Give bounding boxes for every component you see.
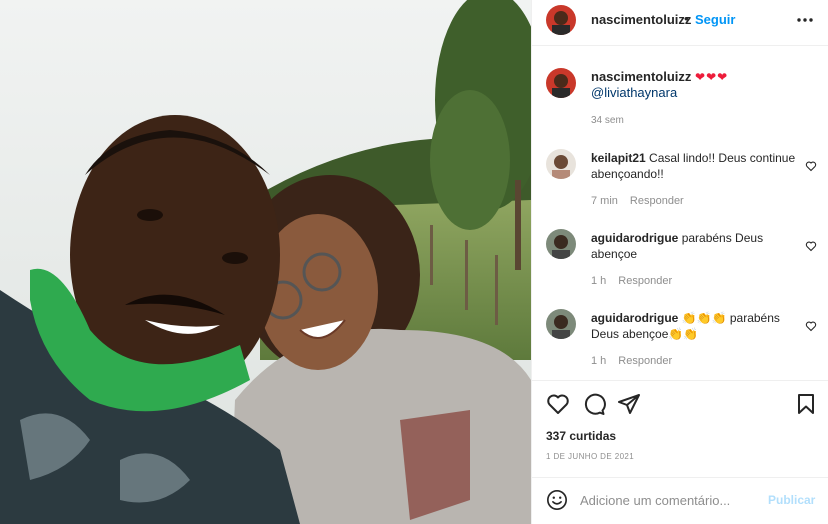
post-photo[interactable] [0, 0, 531, 524]
avatar[interactable] [546, 68, 576, 98]
add-comment-bar: Publicar [532, 477, 828, 524]
reply-button[interactable]: Responder [618, 355, 672, 367]
comment-item: aguidarodrigue 👏👏👏 parabéns Deus abençoe… [532, 309, 828, 384]
comment-meta: 7 min Responder [591, 195, 684, 207]
heart-icon[interactable] [546, 392, 570, 416]
comment-time[interactable]: 1 h [591, 355, 606, 367]
comment-time[interactable]: 1 h [591, 275, 606, 287]
comment-text: aguidarodrigue 👏👏👏 parabéns Deus abençoe… [591, 310, 796, 342]
heart-emojis: ❤❤❤ [695, 70, 729, 84]
more-options-icon[interactable] [795, 10, 815, 30]
divider [532, 45, 828, 46]
caption-timestamp[interactable]: 34 sem [591, 115, 624, 126]
comment-username[interactable]: keilapit21 [591, 151, 646, 165]
avatar[interactable] [546, 149, 576, 179]
avatar[interactable] [546, 309, 576, 339]
likes-count[interactable]: 337 curtidas [546, 429, 616, 443]
caption-mention[interactable]: @liviathaynara [591, 85, 677, 100]
publish-button[interactable]: Publicar [768, 493, 815, 507]
clap-emojis: 👏👏👏 [681, 311, 727, 325]
caption-text: nascimentoluizz ❤❤❤ @liviathaynara [591, 69, 801, 101]
comment-text: aguidarodrigue parabéns Deus abençoe [591, 230, 796, 262]
reply-button[interactable]: Responder [618, 275, 672, 287]
comment-icon[interactable] [582, 392, 606, 416]
heart-icon[interactable] [805, 159, 817, 172]
avatar[interactable] [546, 5, 576, 35]
post-header: nascimentoluizz • Seguir [532, 0, 828, 40]
post-side-panel: nascimentoluizz • Seguir nascimentoluizz… [531, 0, 828, 524]
comment-item: aguidarodrigue parabéns Deus abençoe 1 h… [532, 229, 828, 304]
post-actions [532, 380, 828, 424]
avatar[interactable] [546, 229, 576, 259]
comment-username[interactable]: aguidarodrigue [591, 231, 678, 245]
emoji-icon[interactable] [546, 489, 568, 511]
comment-time[interactable]: 7 min [591, 195, 618, 207]
clap-emojis: 👏👏 [668, 327, 699, 341]
comment-username[interactable]: aguidarodrigue [591, 311, 678, 325]
comment-meta: 1 h Responder [591, 355, 672, 367]
comment-meta: 1 h Responder [591, 275, 672, 287]
bookmark-icon[interactable] [794, 392, 818, 416]
comment-input[interactable] [580, 487, 760, 513]
post-author-username[interactable]: nascimentoluizz [591, 12, 691, 27]
caption-username[interactable]: nascimentoluizz [591, 69, 691, 84]
header-separator: • [684, 11, 689, 26]
couple-selfie-image [0, 0, 531, 524]
comment-text: keilapit21 Casal lindo!! Deus continue a… [591, 150, 796, 182]
post-date[interactable]: 1 DE JUNHO DE 2021 [546, 452, 634, 461]
comment-item: keilapit21 Casal lindo!! Deus continue a… [532, 149, 828, 224]
reply-button[interactable]: Responder [630, 195, 684, 207]
share-icon[interactable] [617, 392, 641, 416]
follow-button[interactable]: Seguir [695, 12, 735, 27]
heart-icon[interactable] [805, 239, 817, 252]
post-caption: nascimentoluizz ❤❤❤ @liviathaynara 34 se… [532, 60, 828, 135]
heart-icon[interactable] [805, 319, 817, 332]
